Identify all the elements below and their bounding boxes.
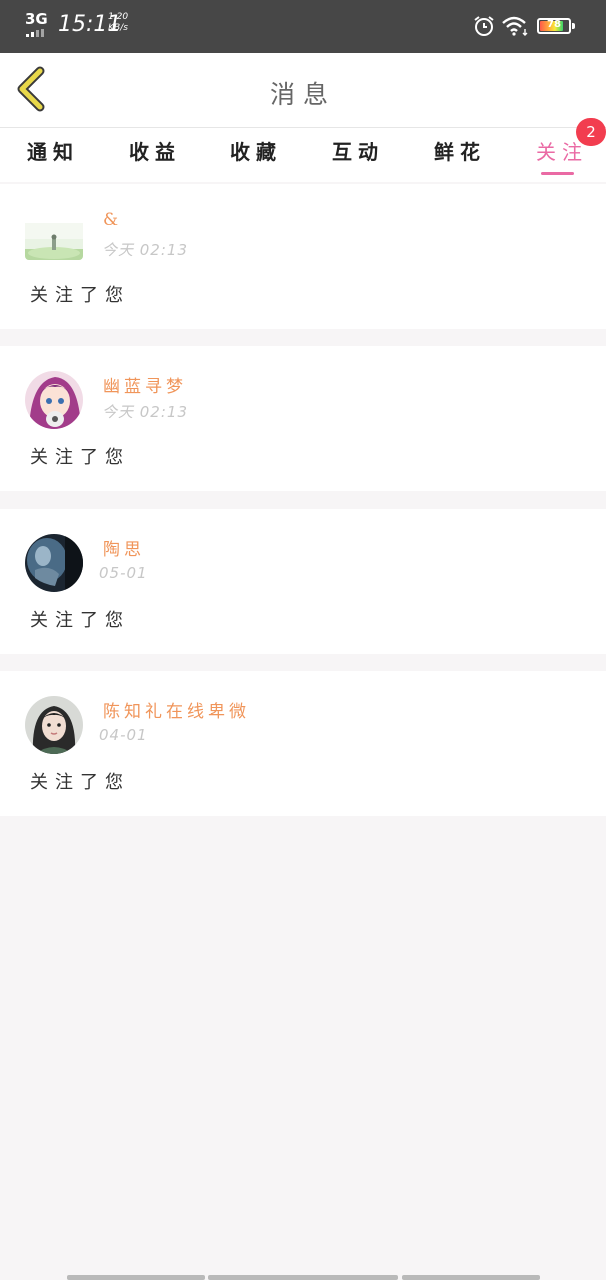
notification-time: 今天 02:13: [102, 241, 188, 259]
tab-notice[interactable]: 通知: [18, 136, 88, 165]
tab-flowers[interactable]: 鲜花: [425, 136, 495, 165]
alarm-icon: [474, 16, 494, 36]
unread-badge: 2: [576, 118, 606, 146]
status-bar: 3G 15:11 1.20 KB/s 78: [0, 0, 606, 53]
speed-value: 1.20: [108, 12, 129, 22]
network-type: 3G: [25, 10, 48, 28]
user-name[interactable]: 陶思: [103, 535, 145, 560]
tab-favorites[interactable]: 收藏: [221, 136, 291, 165]
notification-item[interactable]: & 今天 02:13 关注了您: [0, 184, 606, 329]
battery-level: 78: [547, 19, 561, 30]
user-avatar[interactable]: [25, 534, 83, 592]
notification-message: 关注了您: [30, 772, 130, 793]
user-avatar[interactable]: [25, 371, 83, 429]
gesture-bar-center: [208, 1275, 398, 1280]
user-name[interactable]: 幽蓝寻梦: [103, 372, 187, 397]
notification-message: 关注了您: [30, 285, 130, 306]
user-name[interactable]: 陈知礼在线卑微: [103, 697, 250, 722]
wifi-icon: [502, 16, 528, 36]
network-speed: 1.20 KB/s: [108, 12, 128, 34]
battery-tip: [572, 23, 575, 29]
gesture-bar-right: [402, 1275, 540, 1280]
page-title: 消息: [269, 80, 336, 109]
gesture-bar-left: [67, 1275, 205, 1280]
tab-interaction[interactable]: 互动: [323, 136, 393, 165]
notification-time: 05-01: [99, 564, 148, 582]
user-avatar[interactable]: [25, 696, 83, 754]
app-header: 消息: [0, 53, 606, 128]
avatar-image: [25, 371, 83, 429]
battery-icon: 78: [537, 18, 571, 34]
avatar-image: [25, 223, 83, 260]
notification-item[interactable]: 幽蓝寻梦 今天 02:13 关注了您: [0, 346, 606, 491]
avatar-image: [25, 534, 83, 592]
notification-time: 今天 02:13: [102, 403, 188, 421]
notification-item[interactable]: 陶思 05-01 关注了您: [0, 509, 606, 654]
tab-bar: 通知 收益 收藏 互动 鲜花 关注: [0, 128, 606, 182]
notification-message: 关注了您: [30, 610, 130, 631]
tab-earnings[interactable]: 收益: [120, 136, 190, 165]
active-tab-indicator: [541, 172, 574, 175]
notification-message: 关注了您: [30, 447, 130, 468]
user-avatar[interactable]: [25, 216, 83, 260]
avatar-image: [25, 696, 83, 754]
notification-item[interactable]: 陈知礼在线卑微 04-01 关注了您: [0, 671, 606, 816]
user-name[interactable]: &: [103, 210, 122, 230]
speed-unit: KB/s: [108, 23, 128, 33]
notification-time: 04-01: [99, 726, 148, 744]
